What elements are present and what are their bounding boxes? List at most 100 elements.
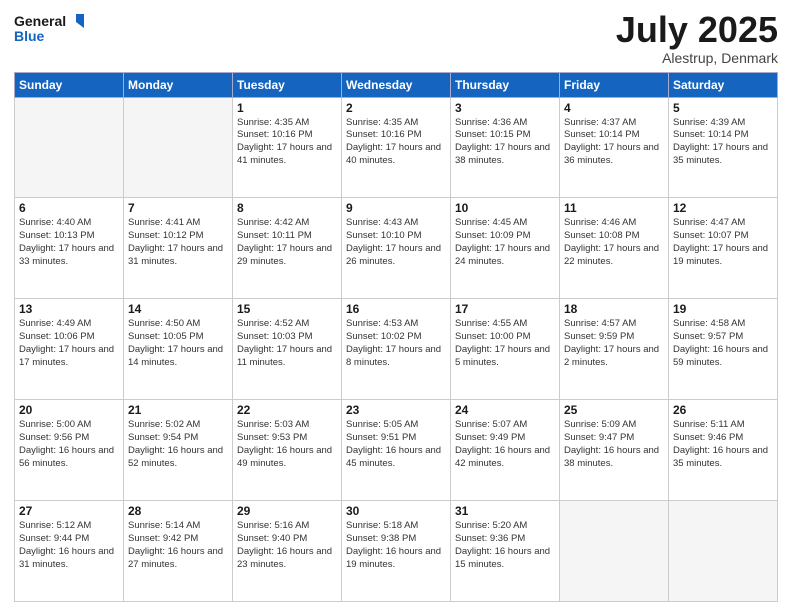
day-number: 8	[237, 201, 337, 215]
day-detail: Sunrise: 5:18 AM Sunset: 9:38 PM Dayligh…	[346, 520, 446, 571]
table-row: 27 Sunrise: 5:12 AM Sunset: 9:44 PM Dayli…	[15, 501, 124, 602]
col-wednesday: Wednesday	[342, 72, 451, 97]
table-row: 12 Sunrise: 4:47 AM Sunset: 10:07 PM Dayl…	[669, 198, 778, 299]
table-row: 21 Sunrise: 5:02 AM Sunset: 9:54 PM Dayli…	[124, 400, 233, 501]
day-number: 17	[455, 302, 555, 316]
day-detail: Sunrise: 5:12 AM Sunset: 9:44 PM Dayligh…	[19, 520, 119, 571]
header: General Blue July 2025 Alestrup, Denmark	[14, 10, 778, 66]
day-number: 11	[564, 201, 664, 215]
day-detail: Sunrise: 4:43 AM Sunset: 10:10 PM Daylig…	[346, 217, 446, 268]
day-detail: Sunrise: 4:52 AM Sunset: 10:03 PM Daylig…	[237, 318, 337, 369]
day-detail: Sunrise: 5:20 AM Sunset: 9:36 PM Dayligh…	[455, 520, 555, 571]
day-detail: Sunrise: 5:14 AM Sunset: 9:42 PM Dayligh…	[128, 520, 228, 571]
day-number: 2	[346, 101, 446, 115]
table-row: 8 Sunrise: 4:42 AM Sunset: 10:11 PM Dayli…	[233, 198, 342, 299]
day-number: 16	[346, 302, 446, 316]
day-number: 9	[346, 201, 446, 215]
day-detail: Sunrise: 5:05 AM Sunset: 9:51 PM Dayligh…	[346, 419, 446, 470]
day-number: 25	[564, 403, 664, 417]
day-number: 30	[346, 504, 446, 518]
table-row	[560, 501, 669, 602]
table-row: 23Sunrise: 5:05 AM Sunset: 9:51 PM Dayli…	[342, 400, 451, 501]
day-number: 15	[237, 302, 337, 316]
table-row: 17 Sunrise: 4:55 AM Sunset: 10:00 PM Dayl…	[451, 299, 560, 400]
day-detail: Sunrise: 5:02 AM Sunset: 9:54 PM Dayligh…	[128, 419, 228, 470]
table-row: 7 Sunrise: 4:41 AM Sunset: 10:12 PM Dayli…	[124, 198, 233, 299]
table-row: 13 Sunrise: 4:49 AM Sunset: 10:06 PM Dayl…	[15, 299, 124, 400]
calendar-week-row: 20Sunrise: 5:00 AM Sunset: 9:56 PM Dayli…	[15, 400, 778, 501]
day-detail: Sunrise: 4:46 AM Sunset: 10:08 PM Daylig…	[564, 217, 664, 268]
calendar-week-row: 27 Sunrise: 5:12 AM Sunset: 9:44 PM Dayli…	[15, 501, 778, 602]
day-number: 28	[128, 504, 228, 518]
day-number: 18	[564, 302, 664, 316]
col-friday: Friday	[560, 72, 669, 97]
day-detail: Sunrise: 4:55 AM Sunset: 10:00 PM Daylig…	[455, 318, 555, 369]
table-row: 9 Sunrise: 4:43 AM Sunset: 10:10 PM Dayli…	[342, 198, 451, 299]
day-number: 27	[19, 504, 119, 518]
day-number: 22	[237, 403, 337, 417]
title-location: Alestrup, Denmark	[616, 50, 778, 66]
logo: General Blue	[14, 10, 84, 46]
col-saturday: Saturday	[669, 72, 778, 97]
table-row: 14Sunrise: 4:50 AM Sunset: 10:05 PM Dayl…	[124, 299, 233, 400]
table-row: 22Sunrise: 5:03 AM Sunset: 9:53 PM Dayli…	[233, 400, 342, 501]
svg-text:Blue: Blue	[14, 28, 45, 44]
day-number: 31	[455, 504, 555, 518]
table-row: 29 Sunrise: 5:16 AM Sunset: 9:40 PM Dayli…	[233, 501, 342, 602]
day-detail: Sunrise: 4:53 AM Sunset: 10:02 PM Daylig…	[346, 318, 446, 369]
day-number: 29	[237, 504, 337, 518]
table-row: 1 Sunrise: 4:35 AM Sunset: 10:16 PM Dayli…	[233, 97, 342, 198]
table-row: 15 Sunrise: 4:52 AM Sunset: 10:03 PM Dayl…	[233, 299, 342, 400]
day-detail: Sunrise: 4:58 AM Sunset: 9:57 PM Dayligh…	[673, 318, 773, 369]
calendar-table: Sunday Monday Tuesday Wednesday Thursday…	[14, 72, 778, 602]
day-detail: Sunrise: 4:40 AM Sunset: 10:13 PM Daylig…	[19, 217, 119, 268]
table-row	[15, 97, 124, 198]
day-number: 7	[128, 201, 228, 215]
table-row: 10Sunrise: 4:45 AM Sunset: 10:09 PM Dayl…	[451, 198, 560, 299]
col-thursday: Thursday	[451, 72, 560, 97]
table-row: 4Sunrise: 4:37 AM Sunset: 10:14 PM Dayli…	[560, 97, 669, 198]
day-detail: Sunrise: 4:35 AM Sunset: 10:16 PM Daylig…	[237, 117, 337, 168]
day-number: 13	[19, 302, 119, 316]
day-number: 4	[564, 101, 664, 115]
day-number: 1	[237, 101, 337, 115]
day-detail: Sunrise: 4:39 AM Sunset: 10:14 PM Daylig…	[673, 117, 773, 168]
table-row: 20Sunrise: 5:00 AM Sunset: 9:56 PM Dayli…	[15, 400, 124, 501]
day-number: 12	[673, 201, 773, 215]
day-number: 24	[455, 403, 555, 417]
table-row	[124, 97, 233, 198]
title-block: July 2025 Alestrup, Denmark	[616, 10, 778, 66]
table-row: 26 Sunrise: 5:11 AM Sunset: 9:46 PM Dayli…	[669, 400, 778, 501]
day-detail: Sunrise: 4:47 AM Sunset: 10:07 PM Daylig…	[673, 217, 773, 268]
day-detail: Sunrise: 4:42 AM Sunset: 10:11 PM Daylig…	[237, 217, 337, 268]
day-number: 19	[673, 302, 773, 316]
table-row: 18 Sunrise: 4:57 AM Sunset: 9:59 PM Dayli…	[560, 299, 669, 400]
day-number: 6	[19, 201, 119, 215]
day-detail: Sunrise: 5:11 AM Sunset: 9:46 PM Dayligh…	[673, 419, 773, 470]
day-detail: Sunrise: 4:35 AM Sunset: 10:16 PM Daylig…	[346, 117, 446, 168]
day-detail: Sunrise: 4:49 AM Sunset: 10:06 PM Daylig…	[19, 318, 119, 369]
table-row: 3Sunrise: 4:36 AM Sunset: 10:15 PM Dayli…	[451, 97, 560, 198]
table-row: 25 Sunrise: 5:09 AM Sunset: 9:47 PM Dayli…	[560, 400, 669, 501]
calendar-header-row: Sunday Monday Tuesday Wednesday Thursday…	[15, 72, 778, 97]
day-number: 26	[673, 403, 773, 417]
day-number: 10	[455, 201, 555, 215]
table-row: 5Sunrise: 4:39 AM Sunset: 10:14 PM Dayli…	[669, 97, 778, 198]
calendar-week-row: 1 Sunrise: 4:35 AM Sunset: 10:16 PM Dayli…	[15, 97, 778, 198]
page: General Blue July 2025 Alestrup, Denmark…	[0, 0, 792, 612]
day-detail: Sunrise: 5:09 AM Sunset: 9:47 PM Dayligh…	[564, 419, 664, 470]
table-row: 24 Sunrise: 5:07 AM Sunset: 9:49 PM Dayli…	[451, 400, 560, 501]
table-row: 19 Sunrise: 4:58 AM Sunset: 9:57 PM Dayli…	[669, 299, 778, 400]
day-detail: Sunrise: 5:00 AM Sunset: 9:56 PM Dayligh…	[19, 419, 119, 470]
calendar-week-row: 13 Sunrise: 4:49 AM Sunset: 10:06 PM Dayl…	[15, 299, 778, 400]
day-detail: Sunrise: 4:41 AM Sunset: 10:12 PM Daylig…	[128, 217, 228, 268]
col-sunday: Sunday	[15, 72, 124, 97]
table-row: 16 Sunrise: 4:53 AM Sunset: 10:02 PM Dayl…	[342, 299, 451, 400]
day-number: 21	[128, 403, 228, 417]
day-detail: Sunrise: 4:50 AM Sunset: 10:05 PM Daylig…	[128, 318, 228, 369]
day-detail: Sunrise: 5:07 AM Sunset: 9:49 PM Dayligh…	[455, 419, 555, 470]
day-detail: Sunrise: 4:57 AM Sunset: 9:59 PM Dayligh…	[564, 318, 664, 369]
day-detail: Sunrise: 5:16 AM Sunset: 9:40 PM Dayligh…	[237, 520, 337, 571]
table-row: 31 Sunrise: 5:20 AM Sunset: 9:36 PM Dayli…	[451, 501, 560, 602]
table-row: 28 Sunrise: 5:14 AM Sunset: 9:42 PM Dayli…	[124, 501, 233, 602]
